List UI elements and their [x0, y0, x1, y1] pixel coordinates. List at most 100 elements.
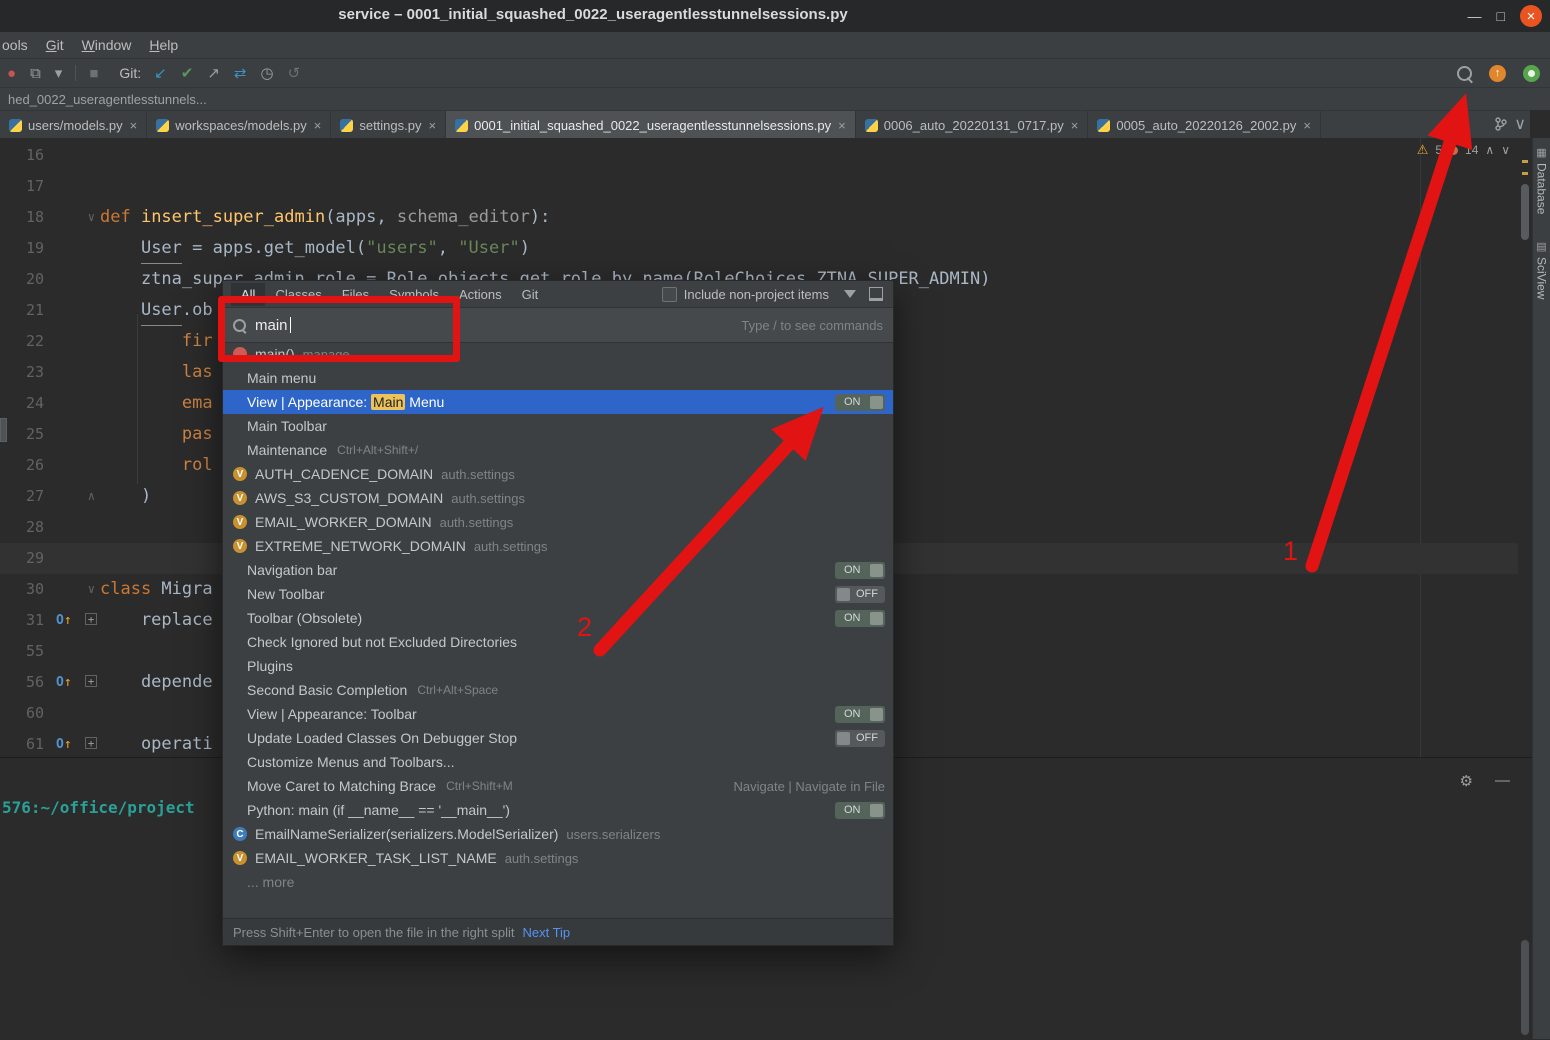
result-row[interactable]: Python: main (if __name__ == '__main__')… [223, 798, 893, 822]
update-badge-icon[interactable]: ↑ [1489, 64, 1506, 82]
folded-region-icon[interactable]: + [85, 737, 97, 749]
fold-end-icon[interactable]: ∧ [88, 481, 95, 512]
next-tip-link[interactable]: Next Tip [522, 925, 570, 940]
dropdown-chevron-icon[interactable]: ▾ [55, 66, 63, 81]
git-history-icon[interactable]: ◷ [260, 66, 273, 81]
result-row[interactable]: Update Loaded Classes On Debugger Stop OF… [223, 726, 893, 750]
tab-classes[interactable]: Classes [265, 283, 331, 306]
toggle-switch[interactable]: ON [835, 705, 885, 723]
result-row-more[interactable]: ... more [223, 870, 893, 894]
result-row[interactable]: main() manage [223, 342, 893, 366]
terminal-scrollbar-thumb[interactable] [1521, 940, 1529, 1035]
warning-mark[interactable] [1522, 172, 1528, 175]
error-stripe[interactable] [1518, 138, 1532, 757]
left-stripe-tool-button[interactable] [0, 418, 7, 442]
result-row[interactable]: V AUTH_CADENCE_DOMAIN auth.settings [223, 462, 893, 486]
result-row-selected[interactable]: View | Appearance: Main Menu ON [223, 390, 893, 414]
tab-list-chevron-icon[interactable]: ∨ [1514, 114, 1526, 134]
toggle-switch[interactable]: OFF [835, 729, 885, 747]
menu-item-tools[interactable]: ools [0, 37, 37, 53]
stop-icon[interactable]: ■ [89, 66, 98, 81]
fold-icon[interactable]: ∨ [88, 202, 95, 233]
search-icon[interactable] [1457, 65, 1472, 81]
tab-actions[interactable]: Actions [449, 283, 512, 306]
result-row[interactable]: Maintenance Ctrl+Alt+Shift+/ [223, 438, 893, 462]
result-row[interactable]: Navigation bar ON [223, 558, 893, 582]
tab-settings[interactable]: settings.py × [331, 111, 447, 139]
tab-close-icon[interactable]: × [838, 118, 846, 133]
include-non-project-checkbox[interactable] [661, 286, 677, 302]
prev-problem-icon[interactable]: ∧ [1485, 143, 1494, 157]
result-row[interactable]: C EmailNameSerializer(serializers.ModelSe… [223, 822, 893, 846]
settings-gear-icon[interactable]: ⚙ [1460, 772, 1473, 790]
search-input[interactable]: main [255, 317, 288, 334]
git-compare-icon[interactable]: ⇄ [234, 66, 247, 81]
tab-0005-auto[interactable]: 0005_auto_20220126_2002.py × [1088, 111, 1321, 139]
toggle-switch[interactable]: ON [835, 393, 885, 411]
result-row[interactable]: Customize Menus and Toolbars... [223, 750, 893, 774]
result-row[interactable]: Toolbar (Obsolete) ON [223, 606, 893, 630]
tab-files[interactable]: Files [332, 283, 379, 306]
result-row[interactable]: V EXTREME_NETWORK_DOMAIN auth.settings [223, 534, 893, 558]
tab-all[interactable]: All [231, 282, 266, 306]
result-row[interactable]: Main menu [223, 366, 893, 390]
hide-panel-icon[interactable]: — [1495, 772, 1510, 790]
tab-close-icon[interactable]: × [314, 118, 322, 133]
inspections-widget[interactable]: ⚠ 5 14 ∧ ∨ [1417, 142, 1510, 158]
menu-item-window[interactable]: Window [73, 37, 141, 53]
warning-mark[interactable] [1522, 160, 1528, 163]
result-row[interactable]: View | Appearance: Toolbar ON [223, 702, 893, 726]
tab-close-icon[interactable]: × [1303, 118, 1311, 133]
folded-region-icon[interactable]: + [85, 613, 97, 625]
tab-git[interactable]: Git [512, 283, 549, 306]
tab-symbols[interactable]: Symbols [379, 283, 449, 306]
close-button[interactable]: × [1520, 5, 1542, 27]
git-commit-icon[interactable]: ✔ [181, 66, 194, 81]
minimize-button[interactable]: — [1468, 9, 1482, 23]
toggle-switch[interactable]: OFF [835, 585, 885, 603]
toggle-switch[interactable]: ON [835, 561, 885, 579]
tab-0006-auto[interactable]: 0006_auto_20220131_0717.py × [856, 111, 1089, 139]
menu-item-git[interactable]: Git [37, 37, 73, 53]
terminal-prompt[interactable]: 576:~/office/project [2, 798, 195, 817]
override-icon[interactable]: O↑ [56, 729, 72, 760]
result-row[interactable]: Main Toolbar [223, 414, 893, 438]
tool-button-sciview[interactable]: ▤ SciView [1535, 240, 1549, 299]
folded-region-icon[interactable]: + [85, 675, 97, 687]
navigation-breadcrumb-bar[interactable]: hed_0022_useragentlesstunnels... [0, 87, 1550, 110]
result-row[interactable]: Check Ignored but not Excluded Directori… [223, 630, 893, 654]
result-row[interactable]: V EMAIL_WORKER_TASK_LIST_NAME auth.setting… [223, 846, 893, 870]
hotswap-icon[interactable]: ● [7, 66, 16, 81]
override-icon[interactable]: O↑ [56, 605, 72, 636]
toggle-switch[interactable]: ON [835, 609, 885, 627]
search-field[interactable]: main Type / to see commands [223, 307, 893, 343]
result-row[interactable]: V EMAIL_WORKER_DOMAIN auth.settings [223, 510, 893, 534]
override-icon[interactable]: O↑ [56, 667, 72, 698]
filter-icon[interactable] [844, 290, 856, 298]
tool-button-database[interactable]: ▦ Database [1535, 146, 1549, 214]
copy-icon[interactable]: ⧉ [30, 66, 41, 81]
result-row[interactable]: Plugins [223, 654, 893, 678]
git-push-icon[interactable]: ↗ [207, 66, 220, 81]
maximize-button[interactable]: □ [1497, 9, 1505, 23]
git-branch-icon[interactable] [1495, 117, 1507, 131]
git-update-icon[interactable]: ↙ [154, 66, 167, 81]
result-row[interactable]: Second Basic Completion Ctrl+Alt+Space [223, 678, 893, 702]
next-problem-icon[interactable]: ∨ [1501, 143, 1510, 157]
menu-item-help[interactable]: Help [140, 37, 187, 53]
scrollbar-thumb[interactable] [1521, 184, 1529, 240]
tab-users-models[interactable]: users/models.py × [0, 111, 148, 139]
fold-icon[interactable]: ∨ [88, 574, 95, 605]
result-row[interactable]: V AWS_S3_CUSTOM_DOMAIN auth.settings [223, 486, 893, 510]
open-in-window-icon[interactable] [869, 287, 883, 301]
tab-close-icon[interactable]: × [1071, 118, 1079, 133]
result-row[interactable]: New Toolbar OFF [223, 582, 893, 606]
tab-close-icon[interactable]: × [429, 118, 437, 133]
plugin-badge-icon[interactable] [1523, 64, 1540, 82]
tab-close-icon[interactable]: × [130, 118, 138, 133]
result-row[interactable]: Move Caret to Matching Brace Ctrl+Shift+M… [223, 774, 893, 798]
git-rollback-icon[interactable]: ↺ [288, 66, 301, 81]
tab-workspaces-models[interactable]: workspaces/models.py × [147, 111, 332, 139]
toggle-switch[interactable]: ON [835, 801, 885, 819]
tab-0001-initial-squashed[interactable]: 0001_initial_squashed_0022_useragentless… [446, 111, 856, 139]
